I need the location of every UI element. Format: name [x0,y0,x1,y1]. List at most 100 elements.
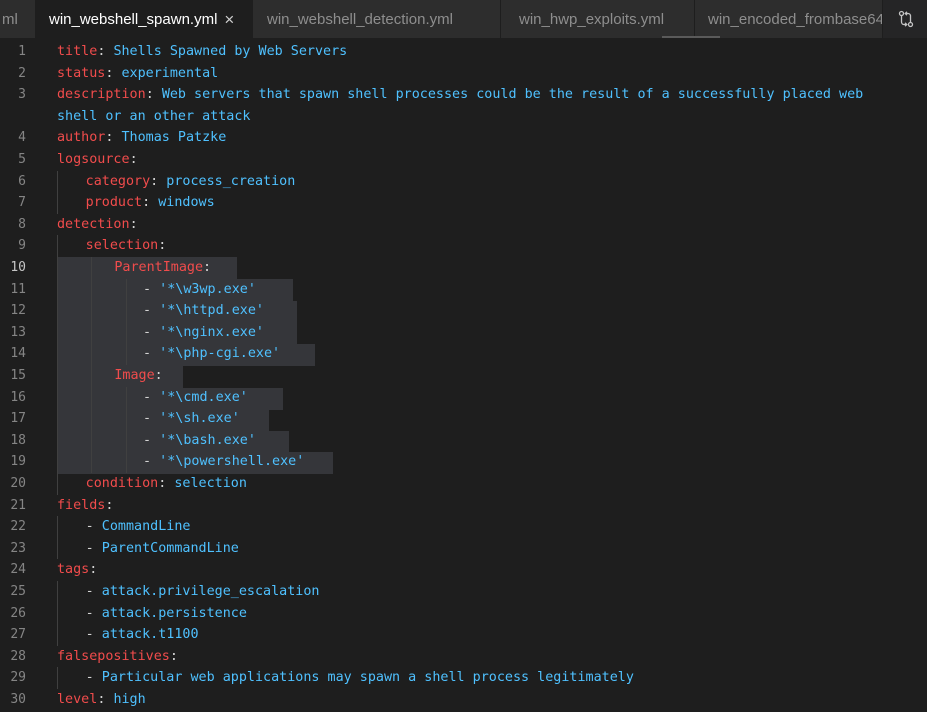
code-line[interactable]: 29 - Particular web applications may spaw… [0,667,927,689]
code-line[interactable]: 20 condition: selection [0,473,927,495]
yaml-value: selection [174,476,247,491]
yaml-key: falsepositives [57,648,170,664]
colon: : [105,65,122,81]
code-line[interactable]: 24 tags: [0,559,927,581]
code-line[interactable]: 1 title: Shells Spawned by Web Servers [0,41,927,63]
code-text: - Particular web applications may spawn … [86,667,634,689]
line-number: 1 [18,44,26,59]
line-number: 22 [10,519,26,535]
code-line[interactable]: 9 selection: [0,235,927,257]
code-line[interactable]: 16 - '*\cmd.exe' [0,387,927,409]
colon: : [97,692,114,707]
line-number: 15 [10,368,26,383]
code-text: title: Shells Spawned by Web Servers [57,41,347,63]
yaml-value: '*\httpd.exe' [159,303,264,319]
code-text: - '*\sh.exe' [143,408,240,430]
indent-guide [126,278,127,365]
code-text: - CommandLine [86,516,191,538]
line-number: 27 [10,627,26,643]
line-number: 13 [10,324,26,340]
tab-label: win_webshell_spawn.yml [49,10,218,28]
line-number: 30 [10,692,26,707]
colon: : [129,216,138,232]
code-line[interactable]: 2 status: experimental [0,63,927,85]
code-text: level: high [57,689,146,711]
line-number: 25 [10,584,26,599]
line-number: 16 [10,389,26,405]
yaml-value: '*\sh.exe' [159,411,240,427]
line-number: 18 [10,432,26,448]
code-line[interactable]: 6 category: process_creation [0,171,927,193]
tab-win-encoded-frombase64[interactable]: win_encoded_frombase64 [695,0,883,38]
tab-win-hwp-exploits[interactable]: win_hwp_exploits.yml [501,0,695,38]
code-text: ParentImage: [114,257,211,279]
colon: : [145,87,162,103]
line-number: 17 [10,411,26,427]
line-number: 14 [10,346,26,362]
code-line[interactable]: 30 level: high [0,689,927,711]
code-line[interactable]: 4 author: Thomas Patzke [0,127,927,149]
code-text: - attack.t1100 [86,624,199,646]
indent-guide [57,235,58,495]
colon: : [203,260,212,275]
tab-partial[interactable]: ml [0,0,36,38]
colon: : [105,497,114,513]
code-editor[interactable]: 1 title: Shells Spawned by Web Servers 2 st… [0,38,927,712]
tab-label: win_hwp_exploits.yml [519,10,665,28]
code-line[interactable]: 23 - ParentCommandLine [0,538,927,560]
line-number: 23 [10,540,26,556]
tab-label: win_encoded_frombase64 [708,10,883,28]
code-line[interactable]: 18 - '*\bash.exe' [0,430,927,452]
code-line[interactable]: 22 - CommandLine [0,516,927,538]
code-line[interactable]: 14 - '*\php-cgi.exe' [0,343,927,365]
line-number: 29 [10,670,26,686]
list-dash: - [85,627,102,643]
indent-guide [91,257,92,473]
yaml-key: logsource [57,152,130,167]
line-number: 20 [10,476,26,491]
tab-win-webshell-detection[interactable]: win_webshell_detection.yml [253,0,501,38]
code-line[interactable]: 7 product: windows [0,192,927,214]
compare-changes-button[interactable] [885,0,927,38]
colon: : [97,44,114,59]
code-line[interactable]: 5 logsource: [0,149,927,171]
code-line[interactable]: 8 detection: [0,214,927,236]
code-line[interactable]: 10 ParentImage: [0,257,927,279]
code-text: selection: [86,235,167,257]
line-number: 3 [18,87,26,103]
yaml-value: '*\cmd.exe' [159,389,248,405]
yaml-value: attack.t1100 [101,627,199,643]
line-number: 21 [10,497,26,513]
code-line[interactable]: 15 Image: [0,365,927,387]
line-number: 6 [18,173,26,189]
code-text: - '*\powershell.exe' [143,451,304,473]
code-line[interactable]: 13 - '*\nginx.exe' [0,322,927,344]
yaml-key: category [85,173,151,189]
code-line[interactable]: 19 - '*\powershell.exe' [0,451,927,473]
list-dash: - [143,432,160,448]
code-text: category: process_creation [86,171,296,193]
code-line[interactable]: 12 - '*\httpd.exe' [0,300,927,322]
yaml-value: windows [158,195,215,211]
code-line[interactable]: 28 falsepositives: [0,646,927,668]
line-number: 28 [10,648,26,664]
yaml-key: product [85,195,143,211]
yaml-value: shell or an other attack [57,108,251,124]
code-line[interactable]: 27 - attack.t1100 [0,624,927,646]
tab-win-webshell-spawn[interactable]: win_webshell_spawn.yml × [36,0,253,38]
code-line[interactable]: 21 fields: [0,495,927,517]
list-dash: - [143,454,160,470]
code-line[interactable]: 11 - '*\w3wp.exe' [0,279,927,301]
code-line[interactable]: 26 - attack.persistence [0,603,927,625]
list-dash: - [85,540,102,556]
code-line[interactable]: 17 - '*\sh.exe' [0,408,927,430]
close-icon[interactable]: × [224,11,234,28]
yaml-key: ParentImage [114,260,204,275]
yaml-value: ParentCommandLine [101,540,239,556]
colon: : [150,173,167,189]
line-number: 5 [18,152,26,167]
colon: : [158,476,175,491]
code-line[interactable]: 3 description: Web servers that spawn she… [0,84,927,106]
code-line[interactable]: 25 - attack.privilege_escalation [0,581,927,603]
code-line[interactable]: shell or an other attack [0,106,927,128]
